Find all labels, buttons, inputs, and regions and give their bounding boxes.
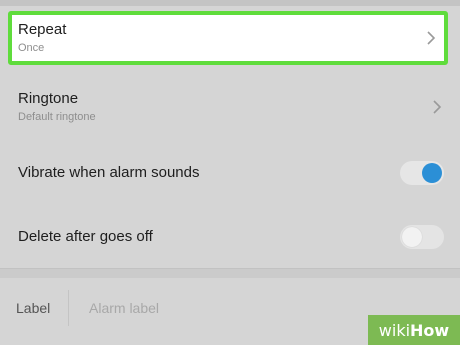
vibrate-row: Vibrate when alarm sounds [0, 140, 460, 206]
chevron-right-icon [424, 31, 438, 45]
ringtone-row[interactable]: Ringtone Default ringtone [0, 74, 460, 140]
repeat-value: Once [18, 42, 45, 54]
alarm-label-input[interactable]: Alarm label [89, 300, 159, 316]
ringtone-value: Default ringtone [18, 111, 96, 123]
label-title: Label [16, 300, 51, 316]
toggle-knob [422, 163, 442, 183]
vibrate-title: Vibrate when alarm sounds [18, 164, 200, 181]
vibrate-texts: Vibrate when alarm sounds [18, 164, 400, 182]
chevron-right-icon [430, 100, 444, 114]
delete-after-toggle[interactable] [400, 225, 444, 249]
section-divider [0, 268, 460, 278]
delete-after-texts: Delete after goes off [18, 228, 400, 246]
repeat-texts: Repeat Once [18, 21, 424, 55]
wikihow-watermark: wiki How [368, 315, 460, 345]
vibrate-toggle[interactable] [400, 161, 444, 185]
watermark-part1: wiki [378, 320, 411, 340]
delete-after-row: Delete after goes off [0, 204, 460, 270]
repeat-row[interactable]: Repeat Once [0, 6, 460, 70]
ringtone-texts: Ringtone Default ringtone [18, 90, 430, 124]
label-separator [68, 290, 69, 326]
delete-after-title: Delete after goes off [18, 228, 153, 245]
watermark-part2: How [410, 320, 450, 340]
ringtone-title: Ringtone [18, 90, 79, 107]
repeat-title: Repeat [18, 21, 67, 38]
toggle-knob [402, 227, 422, 247]
